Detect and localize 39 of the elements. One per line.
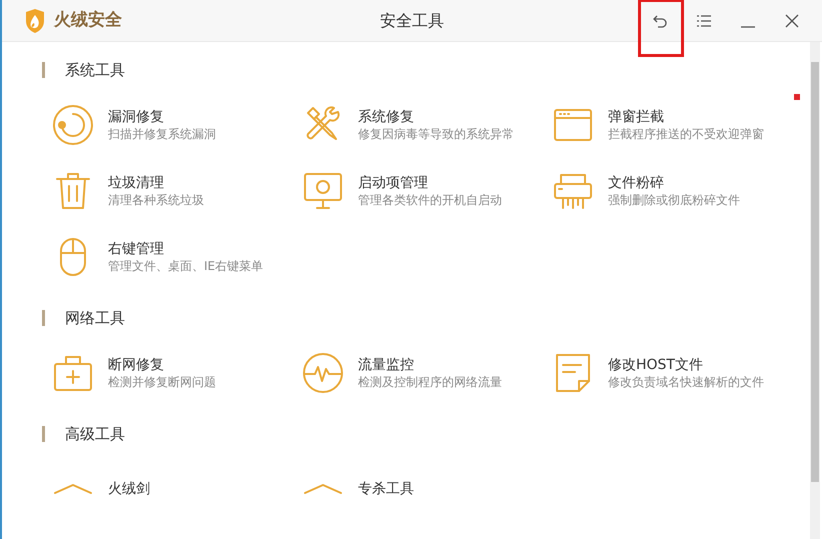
tool-name[interactable]: 断网修复 [108, 356, 216, 374]
flame-shield-logo-icon [24, 8, 46, 32]
tool-name[interactable]: 弹窗拦截 [608, 108, 764, 126]
scrollbar-thumb[interactable] [811, 62, 819, 482]
section-title: 高级工具 [65, 424, 125, 445]
tool-name[interactable]: 右键管理 [108, 240, 264, 258]
tool-name[interactable]: 启动项管理 [358, 174, 502, 192]
pulse-circle-icon [302, 352, 344, 394]
tool-name[interactable]: 系统修复 [358, 108, 514, 126]
tool-description: 拦截程序推送的不受欢迎弹窗 [608, 126, 764, 142]
tool-description: 检测并修复断网问题 [108, 374, 216, 390]
tool-name[interactable]: 垃圾清理 [108, 174, 204, 192]
shield-top-icon [302, 483, 344, 495]
tool-description: 修复因病毒等导致的系统异常 [358, 126, 514, 142]
minimize-icon [741, 26, 755, 28]
tool-description: 管理文件、桌面、IE右键菜单 [108, 258, 264, 274]
tool-description: 修改负责域名快速解析的文件 [608, 374, 764, 390]
back-icon [653, 14, 667, 28]
tool-name[interactable]: 流量监控 [358, 356, 502, 374]
tool-name[interactable]: 火绒剑 [108, 480, 150, 498]
tool-name[interactable]: 专杀工具 [358, 480, 414, 498]
window-title: 安全工具 [380, 10, 444, 32]
tool-description: 清理各种系统垃圾 [108, 192, 204, 208]
tool-name[interactable]: 文件粉碎 [608, 174, 740, 192]
monitor-icon [302, 170, 344, 212]
circle-target-icon [52, 104, 94, 146]
tool-description: 强制删除或彻底粉碎文件 [608, 192, 740, 208]
app-name: 火绒安全 [54, 8, 122, 32]
tool-description: 检测及控制程序的网络流量 [358, 374, 502, 390]
tool-description: 扫描并修复系统漏洞 [108, 126, 216, 142]
menu-icon [697, 14, 711, 26]
section-title: 系统工具 [65, 60, 125, 81]
tool-name[interactable]: 漏洞修复 [108, 108, 216, 126]
close-icon [785, 14, 799, 28]
tool-name[interactable]: 修改HOST文件 [608, 356, 764, 374]
scrollbar[interactable] [810, 42, 820, 539]
tool-description: 管理各类软件的开机自启动 [358, 192, 502, 208]
shield-top-icon [52, 483, 94, 495]
section-title: 网络工具 [65, 308, 125, 329]
